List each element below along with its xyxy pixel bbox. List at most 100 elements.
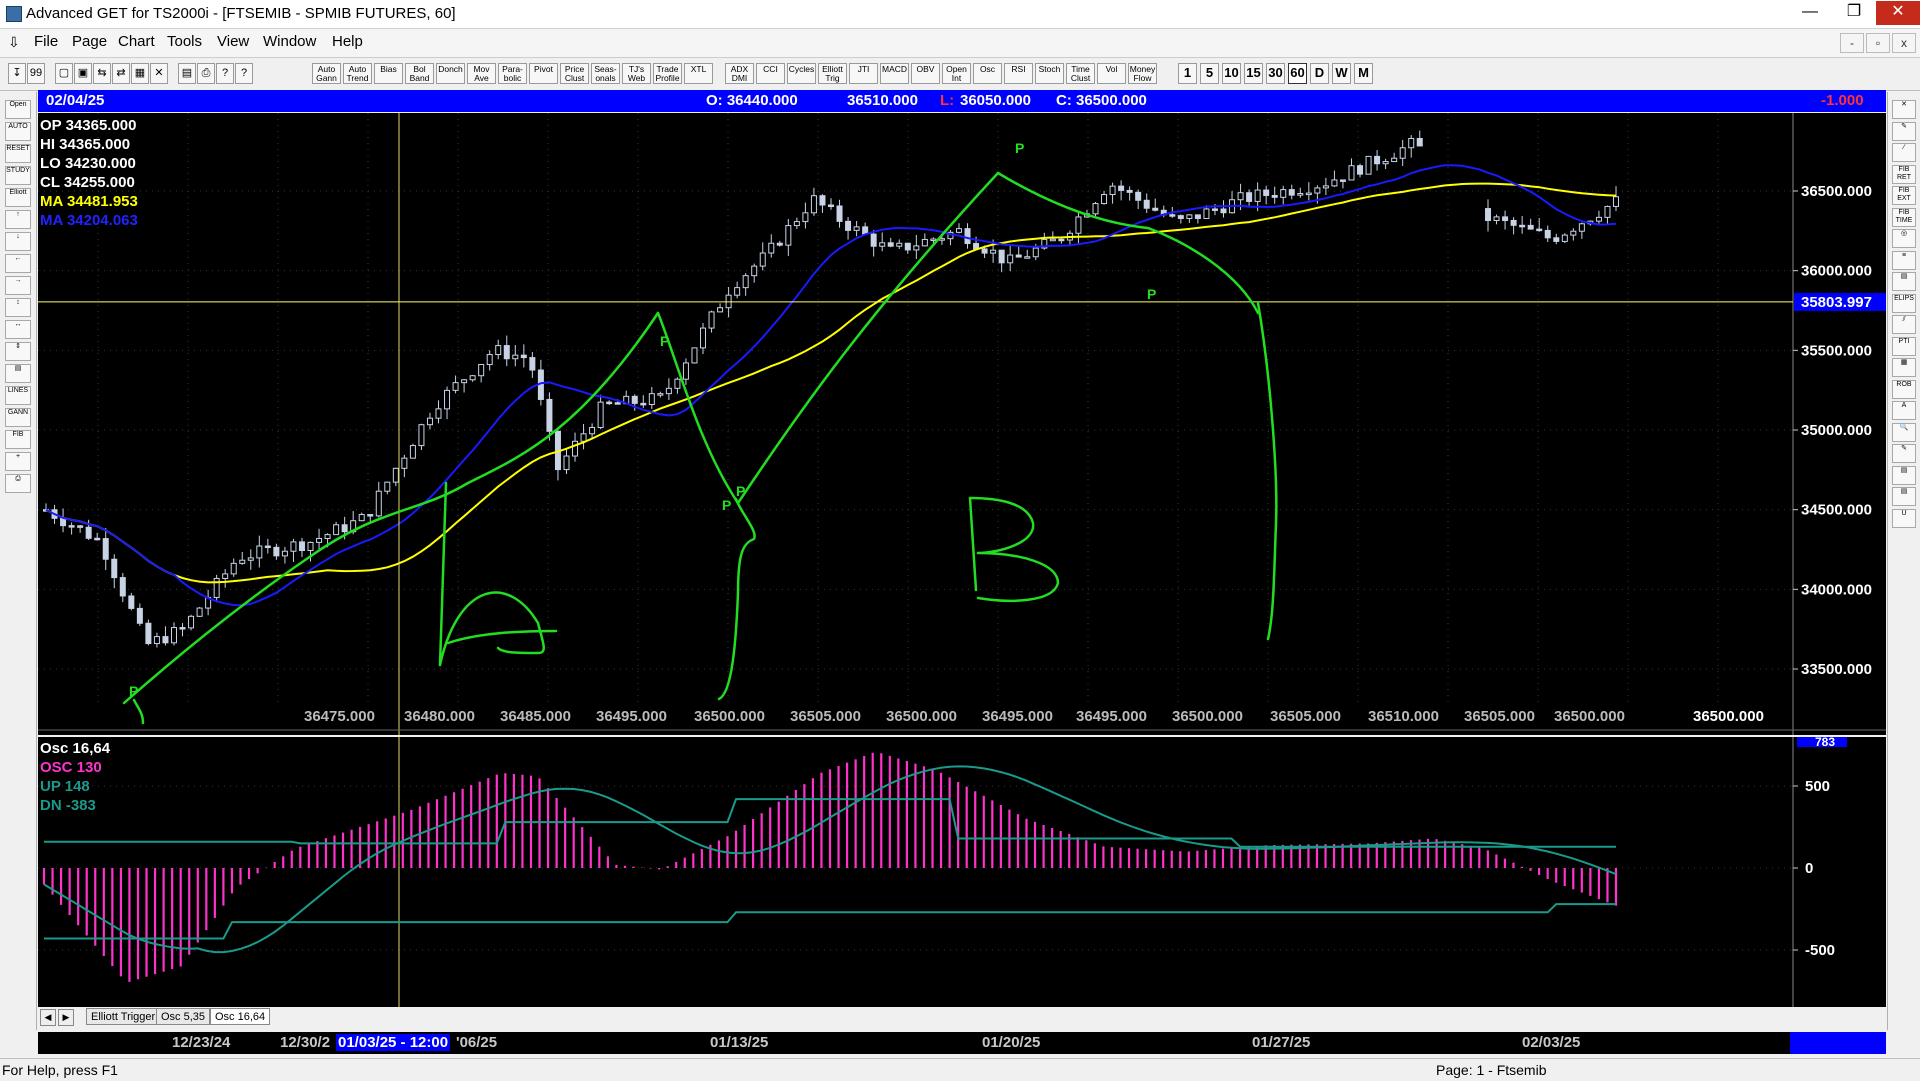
left-tool-open-icon[interactable]: Open bbox=[5, 100, 31, 119]
menu-chart[interactable]: Chart bbox=[118, 33, 155, 50]
oscillator-svg[interactable]: 500 0 -500 783 bbox=[38, 737, 1886, 1007]
study-button-seas-onals[interactable]: Seas-onals bbox=[591, 63, 620, 84]
right-tool-icon-icon[interactable]: ◎ bbox=[1892, 229, 1916, 248]
study-button-pivot[interactable]: Pivot bbox=[529, 63, 558, 84]
left-tool-fib-icon[interactable]: FIB bbox=[5, 430, 31, 449]
study-button-rsi[interactable]: RSI bbox=[1004, 63, 1033, 84]
menu-view[interactable]: View bbox=[217, 33, 249, 50]
study-button-vol[interactable]: Vol bbox=[1097, 63, 1126, 84]
study-button-adx-dmi[interactable]: ADX DMI bbox=[725, 63, 754, 84]
right-tool-icon-icon[interactable]: 🔍 bbox=[1892, 422, 1916, 442]
right-tool-icon-icon[interactable]: ✎ bbox=[1892, 121, 1916, 141]
time-axis-scroll[interactable] bbox=[1790, 1032, 1886, 1054]
study-button-para-bolic[interactable]: Para-bolic bbox=[498, 63, 527, 84]
mdi-close-button[interactable]: x bbox=[1892, 33, 1916, 53]
document-icon[interactable]: ⇩ bbox=[8, 34, 20, 51]
app-icon[interactable] bbox=[6, 6, 22, 22]
mdi-restore-button[interactable]: ▫ bbox=[1866, 33, 1890, 53]
left-tool-auto-icon[interactable]: AUTO bbox=[5, 122, 31, 141]
right-tool-elips-icon[interactable]: ELIPS bbox=[1892, 293, 1916, 313]
right-tool-icon-icon[interactable]: ∕ bbox=[1892, 143, 1916, 162]
menu-help[interactable]: Help bbox=[332, 33, 363, 50]
tab-prev-button[interactable]: ◀ bbox=[40, 1009, 56, 1026]
right-tool-fibtime-icon[interactable]: FIB TIME bbox=[1892, 207, 1916, 227]
right-tool-icon-icon[interactable]: ≡ bbox=[1892, 250, 1916, 270]
menu-tools[interactable]: Tools bbox=[167, 33, 202, 50]
right-tool-icon-icon[interactable]: ▦ bbox=[1892, 358, 1916, 377]
left-tool-study-icon[interactable]: STUDY bbox=[5, 166, 31, 185]
interval-button-w[interactable]: W bbox=[1332, 63, 1351, 84]
toolbar-file-button[interactable]: ? bbox=[216, 63, 234, 84]
left-tool-icon-icon[interactable]: ↕ bbox=[5, 298, 31, 317]
toolbar-file-button[interactable]: ✕ bbox=[150, 63, 168, 84]
right-tool-icon-icon[interactable]: ✎ bbox=[1892, 444, 1916, 463]
toolbar-file-button[interactable]: ⇄ bbox=[112, 63, 130, 84]
right-tool-a-icon[interactable]: A bbox=[1892, 401, 1916, 420]
menu-window[interactable]: Window bbox=[263, 33, 316, 50]
toolbar-file-button[interactable]: ⎙ bbox=[197, 63, 215, 84]
tab-elliott-trigger[interactable]: Elliott Trigger bbox=[86, 1008, 161, 1025]
left-tool-icon-icon[interactable]: ⇕ bbox=[5, 342, 31, 361]
interval-button-5[interactable]: 5 bbox=[1200, 63, 1219, 84]
study-button-stoch[interactable]: Stoch bbox=[1035, 63, 1064, 84]
right-tool-fibret-icon[interactable]: FIB RET bbox=[1892, 164, 1916, 184]
left-tool-icon-icon[interactable]: ↓ bbox=[5, 232, 31, 251]
study-button-money-flow[interactable]: Money Flow bbox=[1128, 63, 1157, 84]
study-button-open-int[interactable]: Open Int bbox=[942, 63, 971, 84]
price-chart-svg[interactable]: 36500.000 36000.000 35500.000 35000.000 3450… bbox=[38, 113, 1886, 735]
study-button-macd[interactable]: MACD bbox=[880, 63, 909, 84]
toolbar-file-button[interactable]: ▤ bbox=[178, 63, 196, 84]
left-tool-gann-icon[interactable]: GANN bbox=[5, 408, 31, 427]
study-button-bias[interactable]: Bias bbox=[374, 63, 403, 84]
toolbar-file-button[interactable]: ▢ bbox=[55, 63, 73, 84]
maximize-button[interactable]: ❐ bbox=[1832, 1, 1876, 25]
study-button-elliott-trig[interactable]: Elliott Trig bbox=[818, 63, 847, 84]
study-button-jti[interactable]: JTI bbox=[849, 63, 878, 84]
right-tool-rob-icon[interactable]: ROB bbox=[1892, 379, 1916, 399]
study-button-mov-ave[interactable]: Mov Ave bbox=[467, 63, 496, 84]
study-button-osc[interactable]: Osc bbox=[973, 63, 1002, 84]
right-tool-fibext-icon[interactable]: FIB EXT bbox=[1892, 186, 1916, 205]
price-chart[interactable]: 36500.000 36000.000 35500.000 35000.000 3450… bbox=[38, 113, 1886, 735]
left-tool-reset-icon[interactable]: RESET bbox=[5, 144, 31, 163]
minimize-button[interactable]: — bbox=[1788, 1, 1832, 25]
left-tool-icon-icon[interactable]: ↑ bbox=[5, 210, 31, 229]
toolbar-file-button[interactable]: ? bbox=[235, 63, 253, 84]
tab-next-button[interactable]: ▶ bbox=[58, 1009, 74, 1026]
toolbar-file-button[interactable]: ↧ bbox=[8, 63, 26, 84]
interval-button-m[interactable]: M bbox=[1354, 63, 1373, 84]
interval-button-d[interactable]: D bbox=[1310, 63, 1329, 84]
close-button[interactable]: ✕ bbox=[1876, 1, 1920, 25]
tab-osc-16-64[interactable]: Osc 16,64 bbox=[210, 1008, 271, 1025]
study-button-bol-band[interactable]: Bol Band bbox=[405, 63, 434, 84]
right-tool-u-icon[interactable]: U bbox=[1892, 508, 1916, 528]
interval-button-60[interactable]: 60 bbox=[1288, 63, 1307, 84]
study-button-cycles[interactable]: Cycles bbox=[787, 63, 816, 84]
right-tool-icon-icon[interactable]: ⫽ bbox=[1892, 315, 1916, 334]
study-button-obv[interactable]: OBV bbox=[911, 63, 940, 84]
toolbar-file-button[interactable]: ▦ bbox=[131, 63, 149, 84]
menu-file[interactable]: File bbox=[34, 33, 58, 50]
study-button-auto-gann[interactable]: Auto Gann bbox=[312, 63, 341, 84]
toolbar-file-button[interactable]: 99 bbox=[27, 63, 45, 84]
right-tool-icon-icon[interactable]: ▤ bbox=[1892, 272, 1916, 291]
left-tool-icon-icon[interactable]: ← bbox=[5, 254, 31, 273]
study-button-donch[interactable]: Donch bbox=[436, 63, 465, 84]
study-button-auto-trend[interactable]: Auto Trend bbox=[343, 63, 372, 84]
right-tool-icon-icon[interactable]: ✕ bbox=[1892, 100, 1916, 119]
study-button-xtl[interactable]: XTL bbox=[684, 63, 713, 84]
right-tool-icon-icon[interactable]: ▤ bbox=[1892, 487, 1916, 506]
interval-button-1[interactable]: 1 bbox=[1178, 63, 1197, 84]
study-button-cci[interactable]: CCI bbox=[756, 63, 785, 84]
left-tool-icon-icon[interactable]: ⎙ bbox=[5, 474, 31, 493]
menu-page[interactable]: Page bbox=[72, 33, 107, 50]
study-button-price-clust[interactable]: Price Clust bbox=[560, 63, 589, 84]
right-tool-pti-icon[interactable]: PTI bbox=[1892, 336, 1916, 356]
toolbar-file-button[interactable]: ⇆ bbox=[93, 63, 111, 84]
study-button-time-clust[interactable]: Time Clust bbox=[1066, 63, 1095, 84]
tab-osc-5-35[interactable]: Osc 5,35 bbox=[156, 1008, 211, 1025]
interval-button-30[interactable]: 30 bbox=[1266, 63, 1285, 84]
left-tool-lines-icon[interactable]: LINES bbox=[5, 386, 31, 405]
mdi-minimize-button[interactable]: - bbox=[1840, 33, 1864, 53]
left-tool-icon-icon[interactable]: + bbox=[5, 452, 31, 471]
